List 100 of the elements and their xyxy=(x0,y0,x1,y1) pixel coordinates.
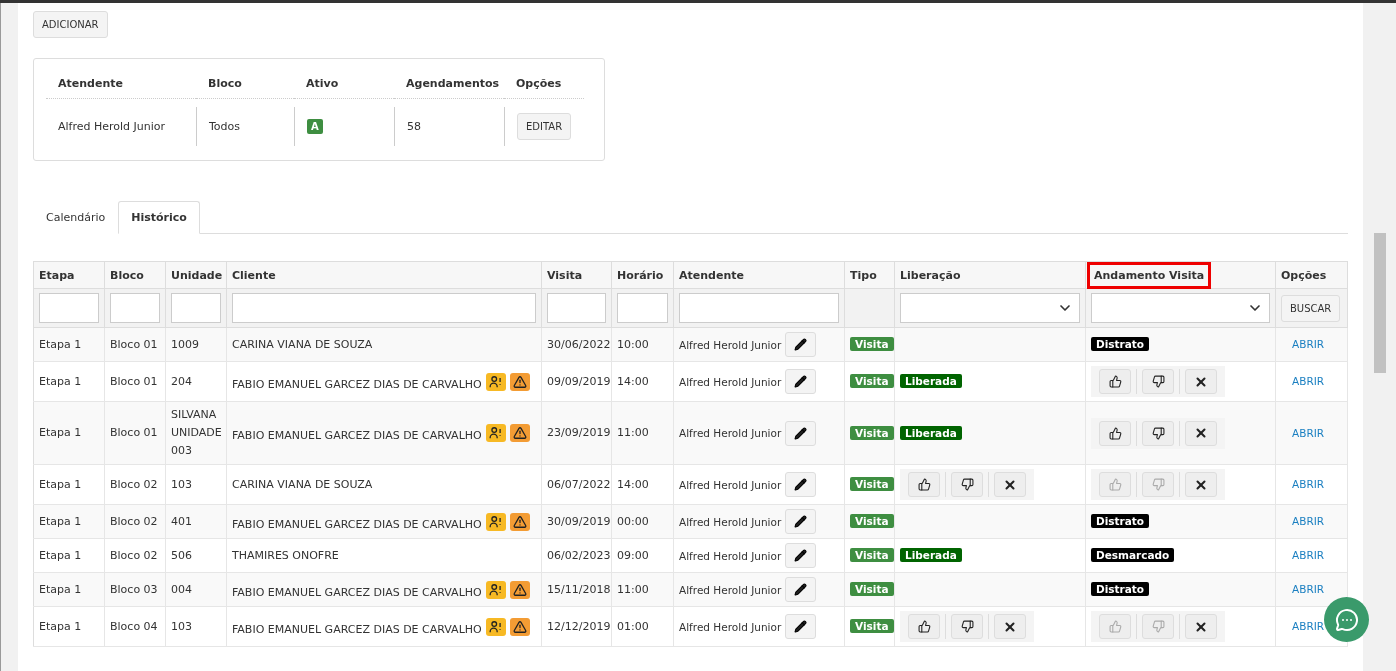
table-cell: Etapa 1 xyxy=(39,337,82,351)
table-cell: Etapa 1 xyxy=(39,514,82,528)
cancel-button[interactable] xyxy=(1185,472,1217,497)
edit-button[interactable] xyxy=(785,543,817,568)
table-cell: Etapa 1 xyxy=(39,619,82,633)
open-link[interactable]: ABRIR xyxy=(1292,620,1325,632)
table-cell: 401 xyxy=(171,514,192,528)
open-link[interactable]: ABRIR xyxy=(1292,515,1325,527)
thumbs-down-button[interactable] xyxy=(1142,420,1174,446)
table-cell: Todos xyxy=(209,120,241,133)
table-cell: Etapa 1 xyxy=(39,374,82,388)
table-cell: 23/09/2019 xyxy=(547,426,611,439)
table-cell-text: Alfred Herold Junior xyxy=(679,477,782,493)
table-cell: Bloco 04 xyxy=(110,619,158,633)
column-header: Opções xyxy=(1280,267,1328,284)
table-cell: 506 xyxy=(171,548,192,562)
column-header: Opções xyxy=(504,69,584,99)
edit-button[interactable] xyxy=(785,614,817,639)
table-cell: 01:00 xyxy=(617,619,649,633)
table-cell: Bloco 01 xyxy=(110,426,158,439)
type-badge: Visita xyxy=(850,619,894,633)
close-icon xyxy=(1003,619,1017,634)
cancel-button[interactable] xyxy=(994,472,1026,497)
status-badge: Liberada xyxy=(900,425,962,440)
cancel-button[interactable] xyxy=(1185,369,1217,394)
chat-icon xyxy=(1334,607,1359,632)
open-link[interactable]: ABRIR xyxy=(1292,478,1325,490)
type-badge: Visita xyxy=(850,548,894,562)
table-cell: 58 xyxy=(407,120,421,133)
edit-button[interactable] xyxy=(785,509,817,534)
close-icon xyxy=(1194,374,1208,389)
column-header: Unidade xyxy=(170,267,224,284)
edit-button[interactable] xyxy=(785,332,817,357)
table-cell: 11:00 xyxy=(617,426,649,439)
table-cell-text: Alfred Herold Junior xyxy=(679,426,782,441)
table-cell: 1009 xyxy=(171,337,199,351)
column-header: Tipo xyxy=(849,267,878,284)
thumbs-up-button[interactable] xyxy=(908,614,940,639)
pencil-icon xyxy=(794,583,808,596)
tab[interactable]: Histórico xyxy=(118,201,200,234)
add-button[interactable]: ADICIONAR xyxy=(33,11,108,38)
cancel-button[interactable] xyxy=(1185,420,1217,446)
thumbs-up-button[interactable] xyxy=(1099,369,1131,394)
open-link[interactable]: ABRIR xyxy=(1292,426,1325,439)
thumbs-down-icon xyxy=(1151,426,1165,440)
type-badge: Visita xyxy=(850,337,894,351)
filter-field[interactable] xyxy=(617,293,668,323)
table-cell: 12/12/2019 xyxy=(547,619,611,633)
thumbs-up-button[interactable] xyxy=(908,472,940,497)
edit-button[interactable] xyxy=(785,369,817,394)
filter-field[interactable] xyxy=(110,293,160,323)
table-cell: Etapa 1 xyxy=(39,426,82,439)
table-cell: 10:00 xyxy=(617,337,649,351)
open-link[interactable]: ABRIR xyxy=(1292,375,1325,387)
thumbs-up-icon xyxy=(1108,478,1122,491)
column-header: Horário xyxy=(616,267,665,284)
open-link[interactable]: ABRIR xyxy=(1292,549,1325,561)
pencil-icon xyxy=(794,375,808,388)
thumbs-up-button[interactable] xyxy=(1099,420,1131,446)
open-link[interactable]: ABRIR xyxy=(1292,338,1325,350)
thumbs-down-button[interactable] xyxy=(1142,369,1174,394)
column-header: Bloco xyxy=(109,267,145,284)
active-badge: A xyxy=(307,119,323,134)
status-badge: Distrato xyxy=(1091,337,1150,351)
edit-button[interactable] xyxy=(785,577,817,602)
search-button[interactable]: BUSCAR xyxy=(1281,294,1341,322)
filter-field[interactable] xyxy=(547,293,606,323)
edit-button[interactable] xyxy=(785,420,817,446)
table-cell: Etapa 1 xyxy=(39,548,82,562)
table-cell: Bloco 02 xyxy=(110,514,158,528)
thumbs-down-icon xyxy=(960,478,974,491)
table-cell: 14:00 xyxy=(617,374,649,388)
edit-button[interactable]: EDITAR xyxy=(517,113,572,140)
thumbs-down-button[interactable] xyxy=(951,614,983,639)
table-cell: 103 xyxy=(171,477,192,491)
pencil-icon xyxy=(794,338,808,351)
cancel-button[interactable] xyxy=(1185,614,1217,639)
close-icon xyxy=(1003,477,1017,492)
table-cell: 15/11/2018 xyxy=(547,582,611,596)
column-header: Bloco xyxy=(196,69,294,99)
pencil-icon xyxy=(794,426,808,440)
filter-field[interactable] xyxy=(171,293,221,323)
column-header: Agendamentos xyxy=(394,69,504,99)
table-cell-text: Alfred Herold Junior xyxy=(679,514,782,530)
close-icon xyxy=(1194,619,1208,634)
type-badge: Visita xyxy=(850,425,894,440)
filter-field[interactable] xyxy=(39,293,99,323)
open-link[interactable]: ABRIR xyxy=(1292,583,1325,595)
scrollbar-thumb[interactable] xyxy=(1373,233,1386,373)
cancel-button[interactable] xyxy=(994,614,1026,639)
edit-button[interactable] xyxy=(785,472,817,497)
table-cell: 004 xyxy=(171,582,192,596)
thumbs-down-icon xyxy=(960,620,974,633)
thumbs-down-button[interactable] xyxy=(951,472,983,497)
filter-field[interactable] xyxy=(232,293,536,323)
status-badge: Desmarcado xyxy=(1091,548,1175,562)
filter-field[interactable] xyxy=(679,293,839,323)
client-name: FABIO EMANUEL GARCEZ DIAS DE CARVALHO xyxy=(232,376,482,393)
thumbs-up-icon xyxy=(1108,426,1122,440)
column-header: Etapa xyxy=(38,267,76,284)
